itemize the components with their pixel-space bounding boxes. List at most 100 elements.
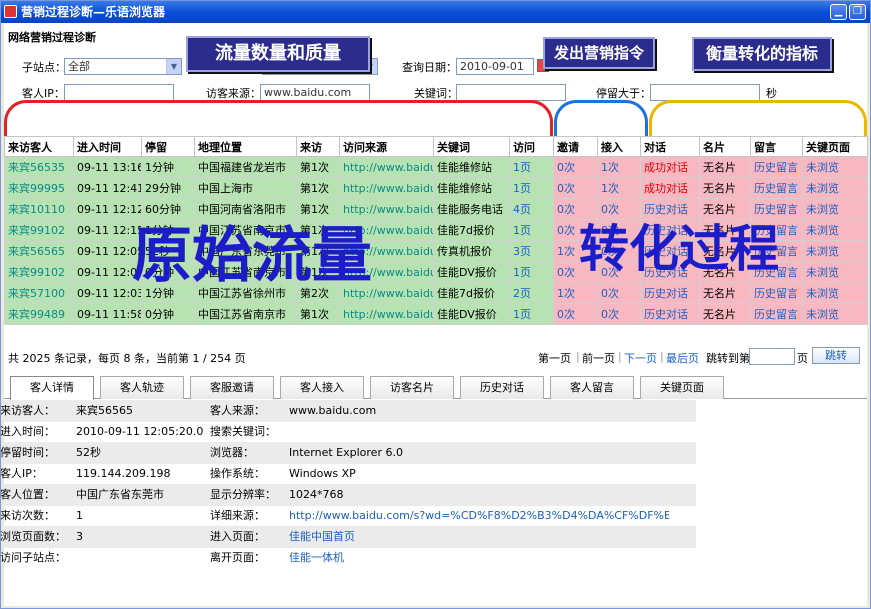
table-cell[interactable]: 历史对话 bbox=[640, 282, 700, 304]
subsite-select[interactable]: 全部 ▼ bbox=[64, 58, 182, 75]
tab[interactable]: 客服邀请 bbox=[190, 376, 274, 399]
table-cell[interactable]: 历史对话 bbox=[640, 219, 700, 241]
table-cell[interactable]: 历史对话 bbox=[640, 240, 700, 262]
column-header[interactable]: 来访客人 bbox=[4, 136, 74, 157]
table-cell[interactable]: 未浏览 bbox=[802, 177, 868, 199]
table-cell[interactable]: 来宾99102 bbox=[4, 219, 74, 241]
table-cell[interactable]: 历史留言 bbox=[750, 282, 803, 304]
date-input[interactable]: 2010-09-01 bbox=[456, 58, 534, 75]
column-header[interactable]: 访问来源 bbox=[339, 136, 434, 157]
table-cell[interactable]: 来宾57100 bbox=[4, 282, 74, 304]
table-cell[interactable]: 1页 bbox=[509, 156, 554, 178]
column-header[interactable]: 进入时间 bbox=[73, 136, 142, 157]
chevron-down-icon[interactable]: ▼ bbox=[166, 59, 181, 74]
column-header[interactable]: 邀请 bbox=[553, 136, 598, 157]
table-cell[interactable]: 来宾99995 bbox=[4, 177, 74, 199]
table-cell[interactable]: 0次 bbox=[553, 219, 598, 241]
table-cell[interactable]: http://www.baidu. bbox=[339, 198, 434, 220]
last-page-link[interactable]: 最后页 bbox=[666, 350, 699, 366]
table-cell[interactable]: 历史对话 bbox=[640, 261, 700, 283]
table-cell[interactable]: 3页 bbox=[509, 240, 554, 262]
keyword-input[interactable] bbox=[456, 84, 566, 101]
table-cell[interactable]: 4页 bbox=[509, 198, 554, 220]
table-cell[interactable]: 历史对话 bbox=[640, 303, 700, 325]
column-header[interactable]: 名片 bbox=[699, 136, 751, 157]
table-cell[interactable]: 1页 bbox=[509, 219, 554, 241]
column-header[interactable]: 关键词 bbox=[433, 136, 510, 157]
tab[interactable]: 客人轨迹 bbox=[100, 376, 184, 399]
table-cell[interactable]: 来宾56535 bbox=[4, 156, 74, 178]
table-cell[interactable]: 成功对话 bbox=[640, 156, 700, 178]
table-row[interactable]: 来宾10110 09-11 12:12 60分钟 中国河南省洛阳市 第1次 http://… bbox=[4, 198, 868, 220]
tab[interactable]: 关键页面 bbox=[640, 376, 724, 399]
column-header[interactable]: 关键页面 bbox=[802, 136, 868, 157]
detail-value[interactable]: 佳能中国首页 bbox=[289, 526, 669, 548]
table-cell[interactable]: 未浏览 bbox=[802, 219, 868, 241]
table-row[interactable]: 来宾57100 09-11 12:03 1分钟 中国江苏省徐州市 第2次 http://w… bbox=[4, 282, 868, 304]
table-cell[interactable]: 历史留言 bbox=[750, 261, 803, 283]
table-cell[interactable]: 1次 bbox=[597, 156, 641, 178]
table-cell[interactable]: http://www.baidu. bbox=[339, 219, 434, 241]
table-cell[interactable]: 来宾99489 bbox=[4, 303, 74, 325]
tab[interactable]: 历史对话 bbox=[460, 376, 544, 399]
table-cell[interactable]: http://www.baidu. bbox=[339, 261, 434, 283]
table-cell[interactable]: http://www.baidu. bbox=[339, 177, 434, 199]
table-cell[interactable]: 未浏览 bbox=[802, 198, 868, 220]
tab[interactable]: 访客名片 bbox=[370, 376, 454, 399]
table-cell[interactable]: 0次 bbox=[597, 219, 641, 241]
table-cell[interactable]: 0次 bbox=[597, 303, 641, 325]
maximize-button[interactable]: ❐ bbox=[849, 4, 866, 20]
table-cell[interactable]: 来宾10110 bbox=[4, 198, 74, 220]
table-cell[interactable]: 历史留言 bbox=[750, 177, 803, 199]
column-header[interactable]: 地理位置 bbox=[194, 136, 297, 157]
source-input[interactable]: www.baidu.com bbox=[260, 84, 370, 101]
table-cell[interactable]: 0次 bbox=[597, 282, 641, 304]
table-cell[interactable]: 2页 bbox=[509, 282, 554, 304]
table-cell[interactable]: 历史留言 bbox=[750, 240, 803, 262]
table-cell[interactable]: 0次 bbox=[553, 303, 598, 325]
column-header[interactable]: 停留 bbox=[141, 136, 195, 157]
table-cell[interactable]: 0次 bbox=[597, 261, 641, 283]
table-cell[interactable]: 0次 bbox=[553, 177, 598, 199]
table-cell[interactable]: 未浏览 bbox=[802, 156, 868, 178]
table-cell[interactable]: 未浏览 bbox=[802, 303, 868, 325]
table-cell[interactable]: 未浏览 bbox=[802, 261, 868, 283]
tab[interactable]: 客人接入 bbox=[280, 376, 364, 399]
table-cell[interactable]: 来宾56565 bbox=[4, 240, 74, 262]
table-cell[interactable]: 历史留言 bbox=[750, 303, 803, 325]
table-cell[interactable]: http://www.baidu. bbox=[339, 282, 434, 304]
table-cell[interactable]: 0次 bbox=[553, 156, 598, 178]
minimize-button[interactable]: ▁ bbox=[830, 4, 847, 20]
table-cell[interactable]: 来宾99102 bbox=[4, 261, 74, 283]
table-cell[interactable]: 1次 bbox=[597, 177, 641, 199]
table-cell[interactable]: 1页 bbox=[509, 303, 554, 325]
table-cell[interactable]: 未浏览 bbox=[802, 282, 868, 304]
table-cell[interactable]: 未浏览 bbox=[802, 240, 868, 262]
table-cell[interactable]: 0次 bbox=[553, 198, 598, 220]
table-cell[interactable]: 1页 bbox=[509, 177, 554, 199]
detail-value[interactable]: 佳能一体机 bbox=[289, 547, 669, 569]
table-cell[interactable]: 0次 bbox=[597, 198, 641, 220]
table-cell[interactable]: 历史对话 bbox=[640, 198, 700, 220]
table-row[interactable]: 来宾99102 09-11 12:15 1分钟 中国江苏省南京市 第1次 http://w… bbox=[4, 219, 868, 241]
column-header[interactable]: 接入 bbox=[597, 136, 641, 157]
table-cell[interactable]: 历史留言 bbox=[750, 198, 803, 220]
prev-page-link[interactable]: 前一页 bbox=[582, 350, 615, 366]
table-cell[interactable]: 成功对话 bbox=[640, 177, 700, 199]
column-header[interactable]: 访问 bbox=[509, 136, 554, 157]
stay-input[interactable] bbox=[650, 84, 760, 101]
table-row[interactable]: 来宾56535 09-11 13:16 1分钟 中国福建省龙岩市 第1次 http://w… bbox=[4, 156, 868, 178]
column-header[interactable]: 来访 bbox=[296, 136, 340, 157]
table-row[interactable]: 来宾99995 09-11 12:41 29分钟 中国上海市 第1次 http://www… bbox=[4, 177, 868, 199]
table-cell[interactable]: 1页 bbox=[509, 261, 554, 283]
table-cell[interactable]: 历史留言 bbox=[750, 156, 803, 178]
table-cell[interactable]: 0次 bbox=[553, 261, 598, 283]
table-cell[interactable]: http://www.baidu. bbox=[339, 303, 434, 325]
first-page-link[interactable]: 第一页 bbox=[538, 350, 571, 366]
table-cell[interactable]: 0次 bbox=[597, 240, 641, 262]
table-cell[interactable]: http://www.baidu. bbox=[339, 240, 434, 262]
next-page-link[interactable]: 下一页 bbox=[624, 350, 657, 366]
table-row[interactable]: 来宾99489 09-11 11:58 0分钟 中国江苏省南京市 第1次 http://w… bbox=[4, 303, 868, 325]
table-cell[interactable]: 1次 bbox=[553, 240, 598, 262]
jump-page-input[interactable] bbox=[749, 348, 795, 365]
